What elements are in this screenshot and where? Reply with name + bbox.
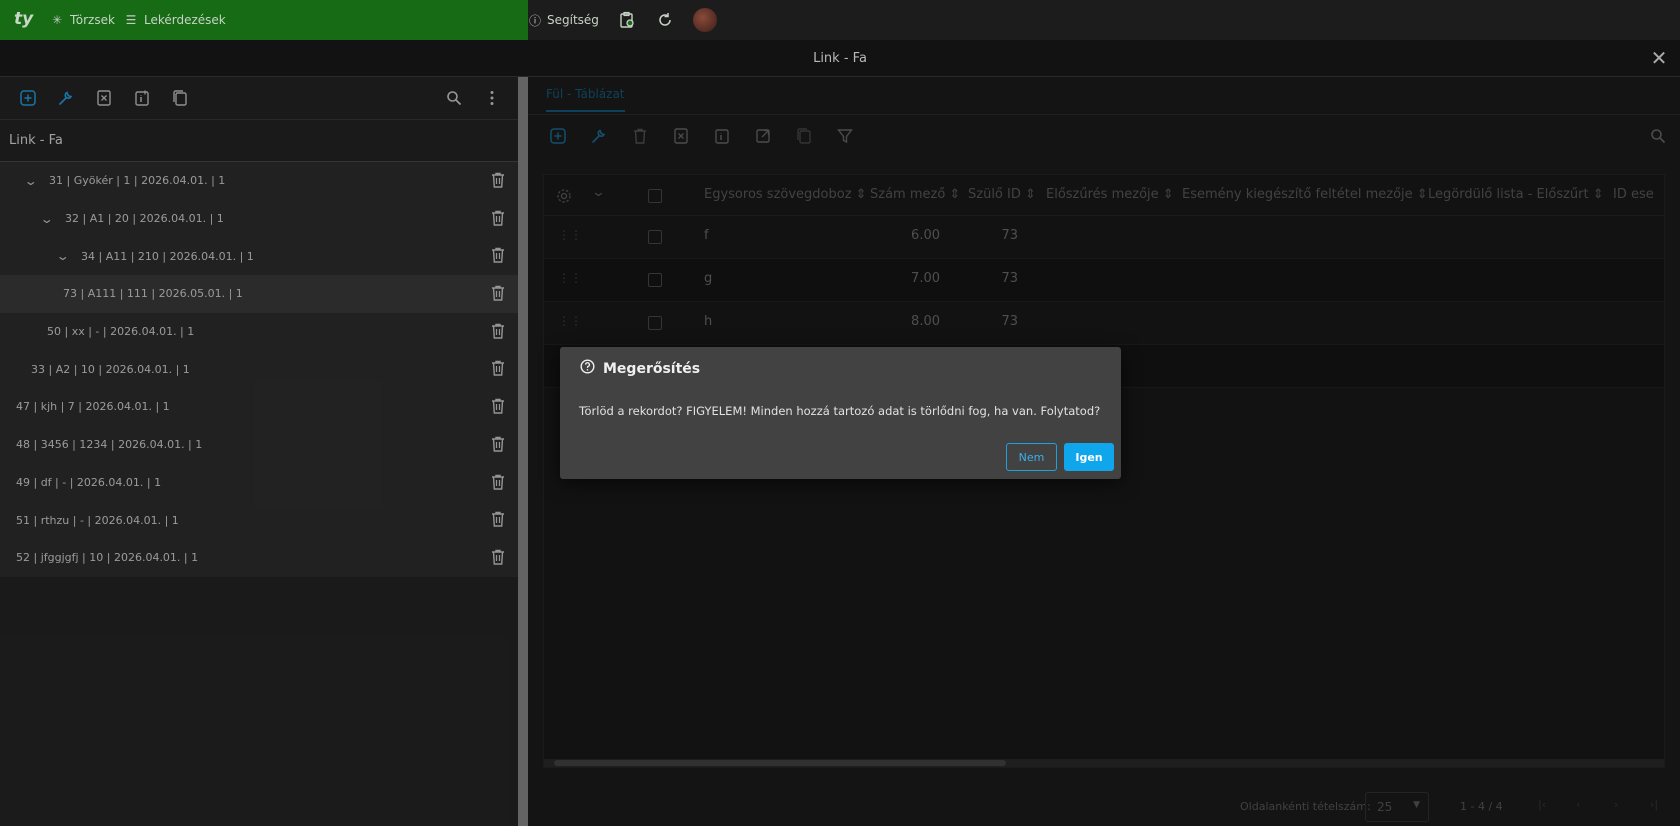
asterisk-icon: ✳ [51,13,63,27]
no-button[interactable]: Nem [1006,443,1057,471]
help-chat-icon: ⓘ [528,13,541,28]
dialog-message: Törlöd a rekordot? FIGYELEM! Minden hozz… [579,404,1101,418]
close-icon[interactable]: ✕ [1648,47,1670,69]
app-logo[interactable]: ty [14,9,36,31]
clipboard-search-icon[interactable] [617,10,637,30]
window-title: Link - Fa [813,51,867,66]
document-list-icon: ☰ [125,13,137,27]
refresh-icon[interactable] [655,10,675,30]
window-header: Link - Fa ✕ [0,40,1680,77]
nav-torzsek[interactable]: ✳ Törzsek [50,0,115,40]
confirm-dialog: Megerősítés Törlöd a rekordot? FIGYELEM!… [560,347,1121,479]
nav-lekerdezesek[interactable]: ☰ Lekérdezések [124,0,226,40]
help-circle-icon [580,359,595,378]
avatar[interactable] [692,8,717,32]
top-bar-actions: ⓘ Segítség [528,0,1680,40]
top-bar: ty ✳ Törzsek ☰ Lekérdezések teszt 2026.0… [0,0,1680,40]
help-button[interactable]: ⓘ Segítség [528,10,599,30]
yes-button[interactable]: Igen [1064,443,1114,471]
dialog-title: Megerősítés [580,359,700,378]
